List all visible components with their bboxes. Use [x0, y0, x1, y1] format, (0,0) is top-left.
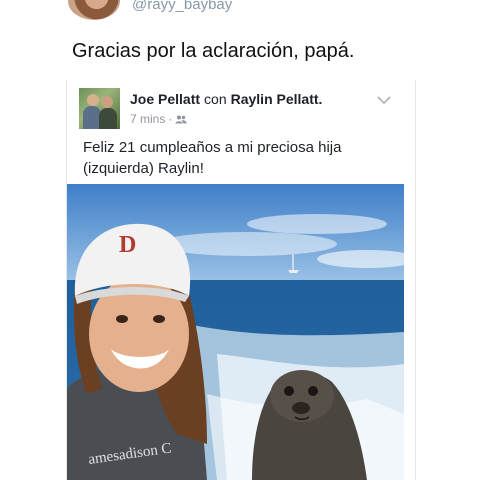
with-word: con [204, 91, 227, 107]
cap-logo: D [119, 232, 136, 258]
tweet-handle[interactable]: @rayy_baybay [132, 0, 232, 13]
facebook-post-card: Joe Pellatt con Raylin Pellatt. 7 mins · Fe… [66, 80, 416, 480]
friends-icon [175, 113, 187, 124]
author-avatar[interactable] [79, 88, 120, 129]
tweet-avatar[interactable] [68, 0, 120, 20]
post-meta: 7 mins · [130, 112, 187, 126]
post-time[interactable]: 7 mins [130, 112, 165, 126]
post-header-names: Joe Pellatt con Raylin Pellatt. [130, 91, 322, 107]
post-photo[interactable]: amesadison C D [67, 184, 404, 480]
post-text-line-1: Feliz 21 cumpleaños a mi preciosa hija [83, 139, 342, 156]
chevron-down-icon[interactable] [377, 92, 391, 105]
time-separator: · [168, 112, 173, 126]
tweet-text: Gracias por la aclaración, papá. [72, 40, 355, 62]
tagged-name[interactable]: Raylin Pellatt. [231, 91, 323, 107]
post-text: Feliz 21 cumpleaños a mi preciosa hija (… [83, 137, 403, 179]
author-name[interactable]: Joe Pellatt [130, 91, 200, 107]
post-text-line-2: (izquierda) Raylin! [83, 160, 204, 177]
